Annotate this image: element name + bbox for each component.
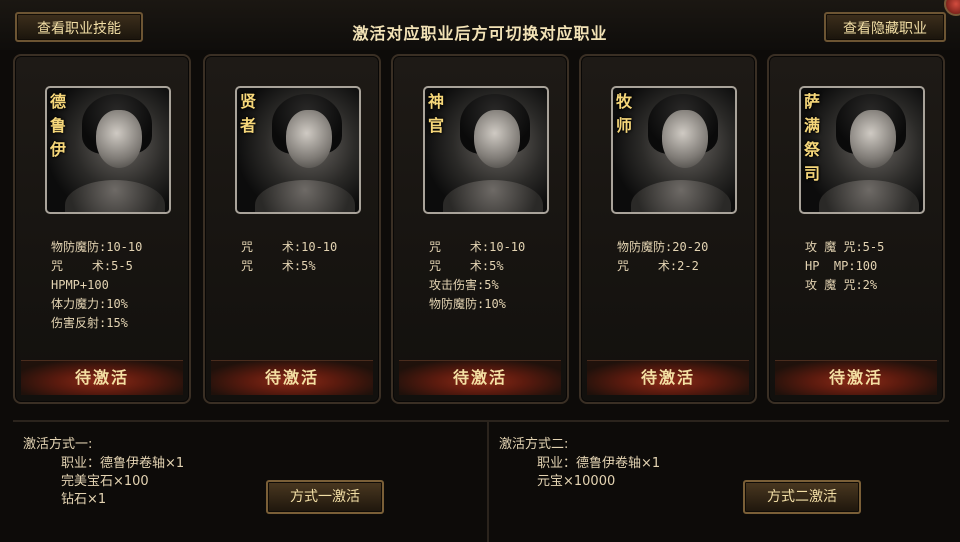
class-name: 萨满祭司 [804, 92, 821, 183]
stat-line: HP MP:100 [805, 259, 878, 273]
stat-line: 物防魔防:10-10 [51, 240, 143, 254]
portrait-body [819, 180, 919, 212]
class-name: 神官 [428, 92, 445, 135]
method-2-activate-button[interactable]: 方式二激活 [743, 480, 861, 514]
view-class-skills-button[interactable]: 查看职业技能 [15, 12, 143, 42]
stat-line: 咒 术:10-10 [429, 240, 526, 254]
stat-line: 物防魔防:20-20 [617, 240, 709, 254]
class-stats: 攻 魔 咒:5-5 HP MP:100 攻 魔 咒:2% [805, 238, 945, 295]
activation-method-2: 激活方式二: 职业：德鲁伊卷轴×1 元宝×10000 方式二激活 [487, 422, 951, 542]
stat-line: HPMP+100 [51, 278, 109, 292]
class-name: 牧师 [616, 92, 633, 135]
activation-method-1: 激活方式一: 职业：德鲁伊卷轴×1 完美宝石×100 钻石×1 方式一激活 [13, 422, 483, 542]
activate-button-pastor[interactable]: 待激活 [587, 360, 749, 395]
class-card-shaman: 萨满祭司 攻 魔 咒:5-5 HP MP:100 攻 魔 咒:2% 待激活 [767, 54, 945, 404]
stat-line: 咒 术:5% [429, 259, 504, 273]
portrait-body [631, 180, 731, 212]
requirement-item: 职业：德鲁伊卷轴×1 [61, 456, 185, 471]
page-headline: 激活对应职业后方可切换对应职业 [352, 24, 608, 43]
portrait-pastor: 牧师 [611, 86, 737, 214]
class-card-pastor: 牧师 物防魔防:20-20 咒 术:2-2 待激活 [579, 54, 757, 404]
requirement-item: 元宝×10000 [537, 474, 616, 489]
close-gem-icon[interactable] [944, 0, 960, 16]
stat-line: 攻 魔 咒:5-5 [805, 240, 885, 254]
view-hidden-classes-button[interactable]: 查看隐藏职业 [824, 12, 946, 42]
requirement-item: 钻石×1 [61, 492, 107, 507]
requirement-item: 职业：德鲁伊卷轴×1 [537, 456, 661, 471]
portrait-face [286, 110, 332, 168]
portrait-face [850, 110, 896, 168]
class-name: 德鲁伊 [50, 92, 67, 159]
portrait-sage: 贤者 [235, 86, 361, 214]
stat-line: 伤害反射:15% [51, 316, 128, 330]
stat-line: 咒 术:2-2 [617, 259, 699, 273]
stat-line: 体力魔力:10% [51, 297, 128, 311]
method-1-activate-button[interactable]: 方式一激活 [266, 480, 384, 514]
portrait-face [96, 110, 142, 168]
portrait-body [65, 180, 165, 212]
requirement-item: 完美宝石×100 [61, 474, 149, 489]
stat-line: 攻 魔 咒:2% [805, 278, 878, 292]
class-cards: 德鲁伊 物防魔防:10-10 咒 术:5-5 HPMP+100 体力魔力:10%… [13, 54, 949, 416]
stat-line: 咒 术:10-10 [241, 240, 338, 254]
activation-methods: 激活方式一: 职业：德鲁伊卷轴×1 完美宝石×100 钻石×1 方式一激活 激活… [13, 420, 949, 542]
class-stats: 物防魔防:20-20 咒 术:2-2 [617, 238, 757, 276]
class-stats: 咒 术:10-10 咒 术:5% [241, 238, 381, 276]
method-requirements: 职业：德鲁伊卷轴×1 完美宝石×100 钻石×1 [61, 455, 184, 509]
activate-button-priest[interactable]: 待激活 [399, 360, 561, 395]
portrait-body [255, 180, 355, 212]
class-card-druid: 德鲁伊 物防魔防:10-10 咒 术:5-5 HPMP+100 体力魔力:10%… [13, 54, 191, 404]
class-stats: 咒 术:10-10 咒 术:5% 攻击伤害:5% 物防魔防:10% [429, 238, 569, 314]
class-card-sage: 贤者 咒 术:10-10 咒 术:5% 待激活 [203, 54, 381, 404]
stat-line: 攻击伤害:5% [429, 278, 499, 292]
activate-button-shaman[interactable]: 待激活 [775, 360, 937, 395]
method-title: 激活方式一: [23, 437, 93, 452]
activate-button-sage[interactable]: 待激活 [211, 360, 373, 395]
portrait-priest: 神官 [423, 86, 549, 214]
class-stats: 物防魔防:10-10 咒 术:5-5 HPMP+100 体力魔力:10% 伤害反… [51, 238, 191, 333]
method-requirements: 职业：德鲁伊卷轴×1 元宝×10000 [537, 455, 660, 491]
portrait-druid: 德鲁伊 [45, 86, 171, 214]
class-name: 贤者 [240, 92, 257, 135]
class-card-priest: 神官 咒 术:10-10 咒 术:5% 攻击伤害:5% 物防魔防:10% 待激活 [391, 54, 569, 404]
portrait-body [443, 180, 543, 212]
top-bar: 查看职业技能 激活对应职业后方可切换对应职业 查看隐藏职业 [0, 0, 960, 50]
stat-line: 物防魔防:10% [429, 297, 506, 311]
portrait-face [474, 110, 520, 168]
activate-button-druid[interactable]: 待激活 [21, 360, 183, 395]
portrait-shaman: 萨满祭司 [799, 86, 925, 214]
portrait-face [662, 110, 708, 168]
stat-line: 咒 术:5-5 [51, 259, 133, 273]
method-title: 激活方式二: [499, 437, 569, 452]
stat-line: 咒 术:5% [241, 259, 316, 273]
